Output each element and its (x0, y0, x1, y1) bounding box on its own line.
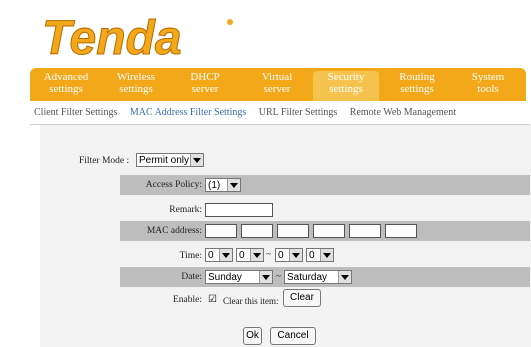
time-start-minute-value: 0 (239, 250, 245, 261)
chevron-down-icon (259, 271, 272, 283)
subnav-client-filter[interactable]: Client Filter Settings (34, 107, 117, 118)
time-end-hour-value: 0 (278, 250, 284, 261)
access-policy-value: (1) (208, 180, 221, 191)
access-policy-label: Access Policy: (145, 180, 202, 190)
enable-checkbox[interactable]: ☑ (208, 295, 218, 305)
nav-routing-settings[interactable]: Routing settings (387, 71, 447, 95)
chevron-down-icon (320, 249, 333, 261)
chevron-down-icon (289, 249, 302, 261)
mac-octet-4[interactable] (313, 224, 345, 238)
time-end-hour-select[interactable]: 0 (275, 248, 303, 262)
enable-label: Enable: (172, 295, 202, 305)
nav-system-tools[interactable]: System tools (458, 71, 518, 95)
sub-nav: Client Filter Settings MAC Address Filte… (34, 107, 466, 118)
date-to-value: Saturday (287, 272, 328, 283)
logo-dot (227, 19, 233, 25)
nav-virtual-server[interactable]: Virtual server (247, 71, 307, 95)
access-policy-select[interactable]: (1) (205, 178, 241, 192)
nav-security-settings[interactable]: Security settings (313, 71, 379, 101)
subnav-remote-web[interactable]: Remote Web Management (350, 107, 456, 118)
time-start-hour-value: 0 (208, 250, 214, 261)
date-separator: ~ (276, 272, 282, 282)
remark-input[interactable] (205, 203, 273, 217)
time-start-hour-select[interactable]: 0 (205, 248, 233, 262)
filter-mode-value: Permit only (139, 155, 190, 166)
clear-item-label: Clear this item: (223, 296, 279, 306)
time-label: Time: (179, 251, 202, 261)
main-nav: Advanced settings Wireless settings DHCP se… (30, 68, 526, 101)
mac-octet-3[interactable] (277, 224, 309, 238)
mac-octet-1[interactable] (205, 224, 237, 238)
subnav-url-filter[interactable]: URL Filter Settings (259, 107, 338, 118)
clear-button[interactable]: Clear (283, 289, 321, 307)
time-end-minute-value: 0 (309, 250, 315, 261)
time-end-minute-select[interactable]: 0 (306, 248, 334, 262)
chevron-down-icon (250, 249, 263, 261)
mac-filter-form: Filter Mode : Permit only Access Policy:… (40, 125, 531, 347)
date-from-value: Sunday (208, 272, 242, 283)
cancel-button[interactable]: Cancel (270, 327, 316, 345)
mac-octet-5[interactable] (349, 224, 381, 238)
date-to-select[interactable]: Saturday (284, 270, 352, 284)
time-start-minute-select[interactable]: 0 (236, 248, 264, 262)
tenda-logo: Tenda (42, 12, 233, 64)
ok-button[interactable]: Ok (243, 327, 262, 345)
chevron-down-icon (219, 249, 232, 261)
nav-advanced-settings[interactable]: Advanced settings (36, 71, 96, 95)
remark-label: Remark: (169, 205, 202, 215)
date-label: Date: (181, 272, 202, 282)
chevron-down-icon (190, 154, 203, 166)
chevron-down-icon (227, 179, 240, 191)
mac-address-label: MAC address: (146, 226, 202, 236)
brand-name: Tenda (42, 12, 182, 64)
filter-mode-select[interactable]: Permit only (136, 153, 204, 167)
chevron-down-icon (338, 271, 351, 283)
filter-mode-label: Filter Mode : (79, 156, 130, 166)
date-from-select[interactable]: Sunday (205, 270, 273, 284)
mac-octet-6[interactable] (385, 224, 417, 238)
nav-dhcp-server[interactable]: DHCP server (175, 71, 235, 95)
nav-wireless-settings[interactable]: Wireless settings (106, 71, 166, 95)
time-separator: ~ (266, 250, 272, 260)
subnav-mac-filter[interactable]: MAC Address Filter Settings (130, 107, 246, 118)
mac-octet-2[interactable] (241, 224, 273, 238)
